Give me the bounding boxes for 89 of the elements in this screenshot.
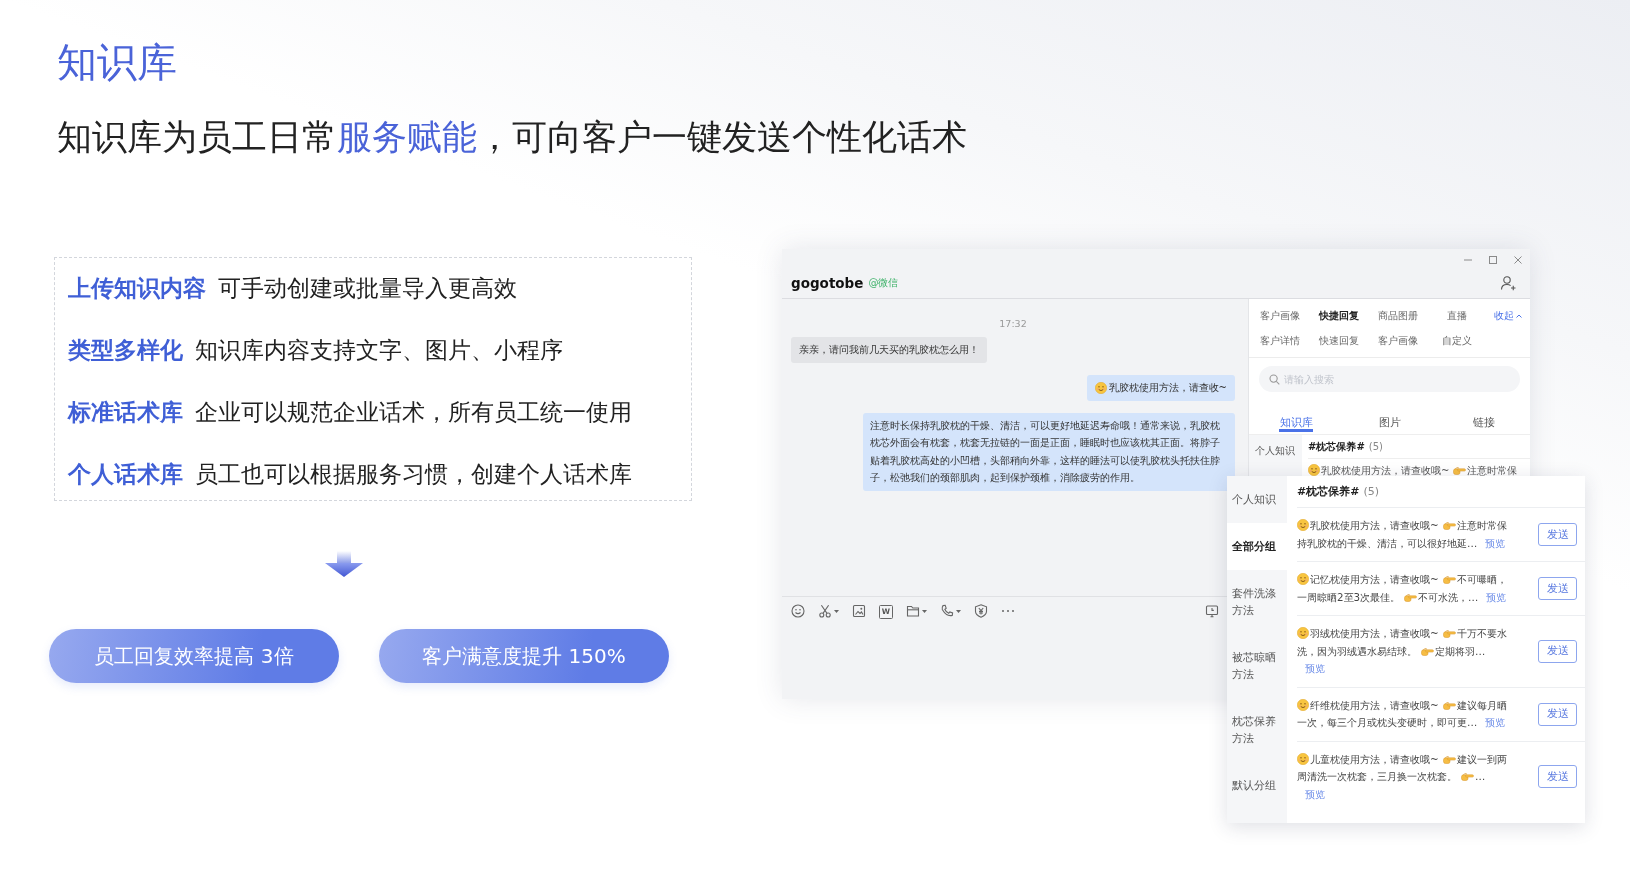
send-button[interactable]: 发送 <box>1538 639 1577 663</box>
pointing-hand-icon <box>1442 629 1456 638</box>
panel-tab[interactable]: 直播 <box>1446 308 1467 323</box>
group-item[interactable]: 枕芯保养方法 <box>1227 698 1287 762</box>
list-title: #枕芯保养# <box>1297 484 1360 499</box>
feature-description: 企业可以规范企业话术，所有员工统一使用 <box>195 397 632 427</box>
message-text: 乳胶枕使用方法，请查收~ <box>1108 381 1227 395</box>
chat-history-icon[interactable] <box>1205 604 1219 618</box>
group-item[interactable]: 个人知识 <box>1249 435 1295 467</box>
content-tab[interactable]: 知识库 <box>1276 400 1316 434</box>
pointing-hand-icon <box>1442 700 1456 710</box>
preview-link[interactable]: 预览 <box>1485 534 1506 552</box>
emoji-icon[interactable] <box>791 604 805 618</box>
send-button[interactable]: 发送 <box>1538 523 1577 546</box>
panel-tab[interactable]: 自定义 <box>1441 333 1472 348</box>
pointing-hand-icon <box>1442 521 1456 530</box>
message-bubble: 注意时长保持乳胶枕的干燥、清洁，可以更好地延迟寿命哦！通常来说，乳胶枕枕芯外面会有枕套，枕套无拉链的一面是正面，睡眠时也应该枕其正面。将脖子贴着乳胶枕高处的小凹槽，头部稍向外靠，这样的睡法可以使乳胶枕头托扶住脖子，松弛我们的颈部肌肉，起到保护颈椎，消除疲劳的作用。 <box>863 413 1235 491</box>
smiley-icon <box>1297 573 1309 585</box>
stat-pill: 客户满意度提升 150% <box>379 629 669 683</box>
feature-description: 员工也可以根据服务习惯，创建个人话术库 <box>195 459 632 489</box>
search-icon <box>1269 373 1280 385</box>
list-count: (5) <box>1363 485 1380 498</box>
send-button[interactable]: 发送 <box>1538 702 1577 726</box>
feature-label: 上传知识内容 <box>68 273 206 303</box>
preview-link[interactable]: 预览 <box>1485 714 1506 732</box>
page-subtitle: 知识库为员工日常服务赋能，可向客户一键发送个性化话术 <box>57 116 967 158</box>
yen-shield-icon[interactable] <box>974 604 988 618</box>
message-time: 17:32 <box>999 317 1027 331</box>
feature-description: 知识库内容支持文字、图片、小程序 <box>195 335 563 365</box>
image-icon[interactable] <box>852 604 866 618</box>
folder-icon[interactable] <box>906 604 920 618</box>
feature-label: 标准话术库 <box>68 397 183 427</box>
content-tab[interactable]: 图片 <box>1370 400 1410 434</box>
send-button[interactable]: 发送 <box>1538 577 1577 600</box>
pointing-hand-icon <box>1453 466 1467 475</box>
preview-link[interactable]: 预览 <box>1486 588 1507 606</box>
group-item[interactable]: 默认分组 <box>1227 762 1287 809</box>
list-title: #枕芯保养# <box>1308 439 1365 454</box>
pointing-hand-icon <box>1404 592 1418 602</box>
maximize-icon[interactable] <box>1488 255 1498 265</box>
group-item[interactable]: 全部分组 <box>1227 523 1287 570</box>
panel-tab[interactable]: 客户详情 <box>1259 333 1300 348</box>
reply-text: 乳胶枕使用方法，请查收哦~ 注意时常保 <box>1308 459 1518 478</box>
smiley-icon <box>1308 464 1320 476</box>
reply-text: 儿童枕使用方法，请查收哦~ 建议一到两周清洗一次枕套，三月换一次枕套。 … 预览 <box>1297 750 1512 803</box>
pointing-hand-icon <box>1442 754 1456 764</box>
down-arrow-icon <box>325 551 363 577</box>
close-icon[interactable] <box>1513 255 1523 265</box>
add-user-icon[interactable] <box>1500 275 1516 291</box>
smiley-icon <box>1297 752 1309 765</box>
contact-name: gogotobe <box>791 275 864 291</box>
content-tab[interactable]: 链接 <box>1464 400 1504 434</box>
feature-description: 可手动创建或批量导入更高效 <box>218 273 517 303</box>
pointing-hand-icon <box>1421 646 1434 656</box>
panel-tab[interactable]: 客户画像 <box>1259 308 1300 323</box>
pointing-hand-icon <box>1461 772 1474 781</box>
smiley-icon <box>1297 627 1309 639</box>
phone-icon[interactable] <box>940 604 954 618</box>
stat-pill: 员工回复效率提高 3倍 <box>49 629 339 683</box>
preview-link[interactable]: 预览 <box>1305 660 1325 678</box>
panel-tab[interactable]: 快速回复 <box>1318 333 1359 348</box>
panel-tab[interactable]: 商品图册 <box>1377 308 1418 323</box>
send-button[interactable]: 发送 <box>1538 765 1577 789</box>
caret-icon[interactable] <box>922 609 927 613</box>
caret-icon[interactable] <box>956 609 961 613</box>
feature-label: 个人话术库 <box>68 459 183 489</box>
panel-tab[interactable]: 快捷回复 <box>1318 308 1359 323</box>
feature-label: 类型多样化 <box>68 335 183 365</box>
message-bubble: 亲亲，请问我前几天买的乳胶枕怎么用！ <box>791 337 987 363</box>
preview-link[interactable]: 预览 <box>1305 785 1325 803</box>
smiley-icon <box>1297 519 1309 531</box>
pointing-hand-icon <box>1442 575 1456 584</box>
page-title: 知识库 <box>57 38 177 86</box>
reply-text: 乳胶枕使用方法，请查收哦~ 注意时常保持乳胶枕的干燥、清洁，可以很好地延… 预览 <box>1297 517 1512 552</box>
smiley-icon <box>1094 382 1107 394</box>
reply-text: 羽绒枕使用方法，请查收哦~ 千万不要水洗，因为羽绒遇水易结球。 定期将羽… 预览 <box>1297 625 1512 678</box>
panel-tab[interactable]: 客户画像 <box>1377 333 1418 348</box>
reply-text: 记忆枕使用方法，请查收哦~ 不可曝晒，一周晾晒2至3次最佳。 不可水洗，… 预览 <box>1297 571 1512 606</box>
reply-text: 纤维枕使用方法，请查收哦~ 建议每月晒一次，每三个月或枕头变硬时，即可更… 预览 <box>1297 696 1512 732</box>
chevron-up-icon <box>1516 313 1522 318</box>
more-icon[interactable] <box>1001 609 1015 613</box>
caret-icon[interactable] <box>834 609 839 613</box>
smiley-icon <box>1297 698 1309 711</box>
collapse-button[interactable]: 收起 <box>1494 308 1522 323</box>
list-count: (5) <box>1368 441 1383 452</box>
channel-tag: @微信 <box>868 276 899 290</box>
scissors-icon[interactable] <box>818 604 832 618</box>
group-item[interactable]: 套件洗涤方法 <box>1227 570 1287 634</box>
group-item[interactable]: 被芯晾晒方法 <box>1227 634 1287 698</box>
